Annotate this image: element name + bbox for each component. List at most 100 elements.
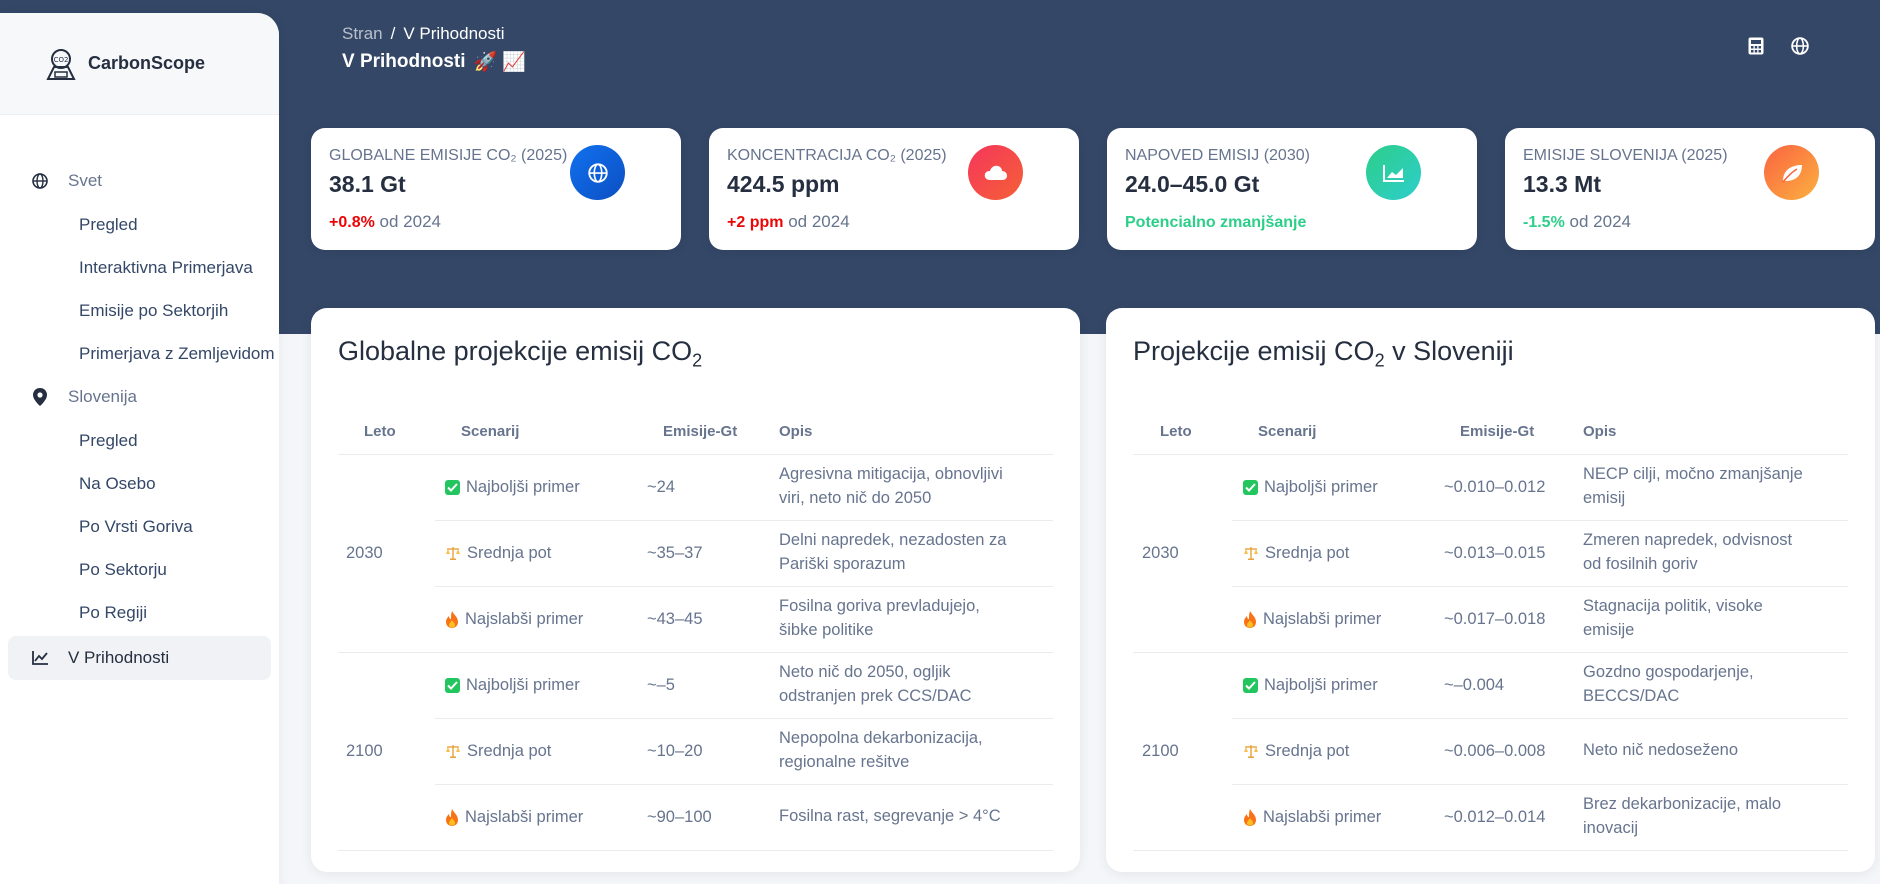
table-row: 2100 Najboljši primer ~–5 Neto nič do 2050,… xyxy=(338,652,1053,851)
scenario-label: Najslabši primer xyxy=(465,609,584,628)
description-cell: Nepopolna dekarbonizacija, regionalne re… xyxy=(767,718,1053,785)
scenario-label: Srednja pot xyxy=(467,543,552,562)
stat-label: NAPOVED EMISIJ (2030) xyxy=(1125,147,1310,164)
calculator-icon[interactable] xyxy=(1746,36,1766,56)
global-projections-panel: Globalne projekcije emisij CO2 Leto Scen… xyxy=(311,308,1080,872)
description-cell: Agresivna mitigacija, obnovljivi viri, n… xyxy=(767,454,1053,521)
breadcrumb-root[interactable]: Stran xyxy=(342,24,383,44)
nav-section-label: Svet xyxy=(68,171,103,190)
col-header-opis[interactable]: Opis xyxy=(1571,409,1848,455)
brand-name: CarbonScope xyxy=(88,53,206,73)
balance-scale-icon xyxy=(1243,743,1259,759)
table-row: Najslabši primer ~90–100 Fosilna rast, seg… xyxy=(338,784,1053,851)
chart-line-icon xyxy=(30,648,50,668)
global-projections-table: Leto Scenarij Emisije-Gt Opis 2030 Najbol… xyxy=(338,409,1053,851)
col-header-leto[interactable]: Leto xyxy=(1133,409,1232,455)
sidebar-nav: Svet Pregled Interaktivna Primerjava Emi… xyxy=(0,115,279,680)
panel-title-text: Projekcije emisij CO xyxy=(1133,336,1375,366)
slovenia-projections-panel: Projekcije emisij CO2 v Sloveniji Leto S… xyxy=(1106,308,1875,872)
globe-icon[interactable] xyxy=(1790,36,1810,56)
table-row: 2100 Najboljši primer ~–0.004 Gozdno gospod… xyxy=(1133,652,1848,851)
description-cell: Stagnacija politik, visoke emisije xyxy=(1571,586,1848,653)
emissions-cell: ~10–20 xyxy=(627,718,767,785)
scenario-cell: Najslabši primer xyxy=(435,586,627,653)
scenario-label: Najboljši primer xyxy=(1264,477,1378,496)
scenario-cell: Najslabši primer xyxy=(435,784,627,851)
table-row: Srednja pot ~0.006–0.008 Neto nič nedoseže… xyxy=(1133,718,1848,785)
scenario-cell: Najboljši primer xyxy=(435,454,627,521)
balance-scale-icon xyxy=(1243,545,1259,561)
nav-item-po-sektorju[interactable]: Po Sektorju xyxy=(0,548,279,591)
leaf-icon xyxy=(1764,145,1819,200)
chart-area-icon xyxy=(1366,145,1421,200)
cloud-icon xyxy=(968,145,1023,200)
scenario-label: Najslabši primer xyxy=(1263,609,1382,628)
stat-delta-value: -1.5% xyxy=(1523,213,1565,231)
description-cell: Neto nič nedoseženo xyxy=(1571,718,1848,785)
nav-item-na-osebo[interactable]: Na Osebo xyxy=(0,462,279,505)
page-title-text: V Prihodnosti xyxy=(342,51,466,72)
emissions-cell: ~0.017–0.018 xyxy=(1428,586,1571,653)
balance-scale-icon xyxy=(445,743,461,759)
nav-item-v-prihodnosti[interactable]: V Prihodnosti xyxy=(8,636,271,680)
slovenia-projections-table: Leto Scenarij Emisije-Gt Opis 2030 Najbol… xyxy=(1133,409,1848,851)
table-row: Najslabši primer ~0.012–0.014 Brez dekarbo… xyxy=(1133,784,1848,851)
fire-icon xyxy=(445,610,459,628)
fire-icon xyxy=(1243,808,1257,826)
col-header-emisije[interactable]: Emisije-Gt xyxy=(1428,409,1571,455)
emissions-cell: ~–0.004 xyxy=(1428,652,1571,719)
scenario-label: Najslabši primer xyxy=(465,807,584,826)
scenario-label: Srednja pot xyxy=(1265,741,1350,760)
description-cell: Neto nič do 2050, ogljik odstranjen prek… xyxy=(767,652,1053,719)
year-cell: 2100 xyxy=(338,652,435,851)
table-row: Srednja pot ~35–37 Delni napredek, nezados… xyxy=(338,520,1053,587)
table-header-row: Leto Scenarij Emisije-Gt Opis xyxy=(1133,409,1848,455)
nav-item-interaktivna-primerjava[interactable]: Interaktivna Primerjava xyxy=(0,246,279,289)
table-row: Srednja pot ~0.013–0.015 Zmeren napredek, … xyxy=(1133,520,1848,587)
col-header-opis[interactable]: Opis xyxy=(767,409,1053,455)
check-box-icon xyxy=(1243,479,1258,495)
table-row: Najslabši primer ~43–45 Fosilna goriva pre… xyxy=(338,586,1053,653)
nav-section-slovenija[interactable]: Slovenija xyxy=(0,375,279,419)
col-header-emisije[interactable]: Emisije-Gt xyxy=(627,409,767,455)
stat-card-slovenia-emissions: EMISIJE SLOVENIJA (2025) 13.3 Mt -1.5% o… xyxy=(1505,128,1875,250)
nav-item-po-regiji[interactable]: Po Regiji xyxy=(0,591,279,634)
panel-title: Globalne projekcije emisij CO2 xyxy=(338,336,1053,371)
nav-item-slovenija-pregled[interactable]: Pregled xyxy=(0,419,279,462)
emissions-cell: ~0.012–0.014 xyxy=(1428,784,1571,851)
scenario-cell: Srednja pot xyxy=(435,718,627,785)
col-header-scenarij[interactable]: Scenarij xyxy=(435,409,627,455)
stat-delta-value: Potencialno zmanjšanje xyxy=(1125,213,1307,231)
balance-scale-icon xyxy=(445,545,461,561)
nav-item-po-vrsti-goriva[interactable]: Po Vrsti Goriva xyxy=(0,505,279,548)
nav-item-emisije-po-sektorjih[interactable]: Emisije po Sektorjih xyxy=(0,289,279,332)
stat-card-concentration: KONCENTRACIJA CO₂ (2025) 424.5 ppm +2 pp… xyxy=(709,128,1079,250)
table-header-row: Leto Scenarij Emisije-Gt Opis xyxy=(338,409,1053,455)
table-row: Srednja pot ~10–20 Nepopolna dekarbonizaci… xyxy=(338,718,1053,785)
stat-delta: +0.8% od 2024 xyxy=(329,212,663,232)
nav-section-svet[interactable]: Svet xyxy=(0,159,279,203)
emissions-cell: ~0.006–0.008 xyxy=(1428,718,1571,785)
nav-item-svet-pregled[interactable]: Pregled xyxy=(0,203,279,246)
description-cell: Gozdno gospodarjenje, BECCS/DAC xyxy=(1571,652,1848,719)
top-actions xyxy=(1746,36,1810,56)
breadcrumb: Stran / V Prihodnosti xyxy=(342,24,526,44)
scenario-label: Najboljši primer xyxy=(466,477,580,496)
brand[interactable]: CO2 CarbonScope xyxy=(0,13,279,115)
table-row: 2030 Najboljši primer ~24 Agresivna mitigac… xyxy=(338,454,1053,653)
emissions-cell: ~0.013–0.015 xyxy=(1428,520,1571,587)
emissions-cell: ~43–45 xyxy=(627,586,767,653)
panel-title-suffix: v Sloveniji xyxy=(1384,336,1514,366)
year-cell: 2100 xyxy=(1133,652,1232,851)
nav-item-primerjava-z-zemljevidom[interactable]: Primerjava z Zemljevidom xyxy=(0,332,279,375)
col-header-scenarij[interactable]: Scenarij xyxy=(1232,409,1428,455)
stat-delta-suffix: od 2024 xyxy=(788,211,850,231)
nav-active-label: V Prihodnosti xyxy=(68,648,170,667)
fire-icon xyxy=(1243,610,1257,628)
scenario-cell: Najboljši primer xyxy=(1232,454,1428,521)
col-header-leto[interactable]: Leto xyxy=(338,409,435,455)
year-cell: 2030 xyxy=(1133,454,1232,653)
description-cell: Fosilna rast, segrevanje > 4°C xyxy=(767,784,1053,851)
scenario-label: Najslabši primer xyxy=(1263,807,1382,826)
stat-label: KONCENTRACIJA CO₂ (2025) xyxy=(727,147,947,164)
